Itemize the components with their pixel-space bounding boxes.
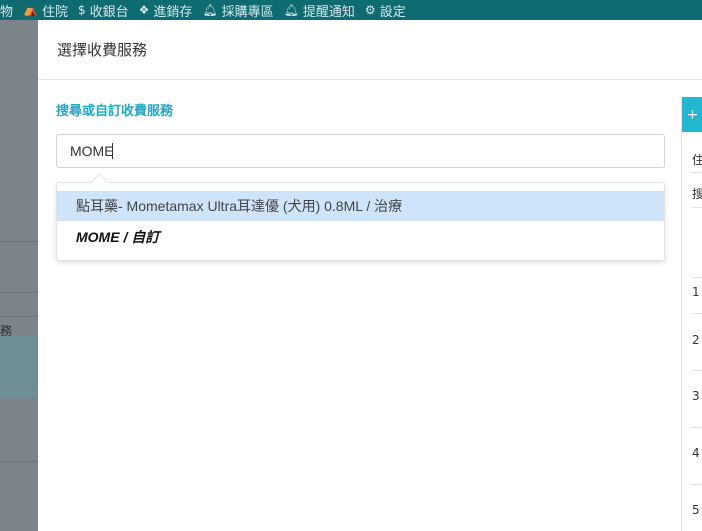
divider: [692, 207, 702, 208]
search-section-label: 搜尋或自訂收費服務: [56, 104, 174, 119]
divider: [692, 427, 702, 428]
nav-item-reminders[interactable]: 🔔︎ 提醒通知: [284, 1, 355, 20]
divider: [692, 172, 702, 173]
dropdown-arrow: [90, 173, 109, 192]
nav-item-label: 收銀台: [89, 4, 129, 20]
dropdown-option-mometamax[interactable]: 點耳藥- Mometamax Ultra耳達優 (犬用) 0.8ML / 治療: [57, 191, 664, 221]
nav-item-label: 提醒通知: [302, 4, 355, 20]
nav-item-label: 進銷存: [153, 4, 193, 20]
divider: [0, 461, 38, 462]
nav-item-hospitalization[interactable]: ⛺ 住院: [23, 1, 68, 20]
select-fee-service-modal: 選擇收費服務 搜尋或自訂收費服務 點耳藥- Mometamax Ultra耳達優…: [38, 20, 702, 531]
nav-item-label: 設定: [379, 4, 406, 20]
row-number: 2: [692, 333, 700, 347]
nav-item-label: 採購專區: [221, 4, 274, 20]
row-number: 1: [692, 285, 700, 299]
modal-title: 選擇收費服務: [57, 41, 148, 59]
option-label: 點耳藥- Mometamax Ultra耳達優 (犬用) 0.8ML / 治療: [76, 198, 403, 214]
bed-icon: ⛺: [23, 3, 38, 17]
divider: [0, 316, 38, 317]
selected-services-panel: + 住 搜 1 2 3 4 5: [681, 97, 702, 531]
background-selected-row: [0, 336, 38, 398]
divider: [692, 313, 702, 314]
nav-item-inventory[interactable]: ❖ 進銷存: [139, 1, 193, 20]
nav-item-settings[interactable]: ⚙ 設定: [365, 1, 406, 20]
divider: [0, 241, 38, 242]
dropdown-option-custom[interactable]: MOME / 自訂: [57, 222, 664, 252]
row-number: 3: [692, 389, 700, 403]
divider: [692, 277, 702, 278]
row-number: 4: [692, 446, 700, 460]
divider: [692, 370, 702, 371]
modal-header: 選擇收費服務: [38, 20, 702, 80]
divider: [692, 484, 702, 485]
autocomplete-dropdown: 點耳藥- Mometamax Ultra耳達優 (犬用) 0.8ML / 治療 …: [56, 173, 665, 261]
option-label: MOME / 自訂: [76, 229, 160, 245]
gear-icon: ⚙: [364, 3, 376, 17]
nav-item-label: 物: [0, 4, 14, 20]
nav-item-truncated[interactable]: 物: [0, 1, 13, 20]
dollar-icon: $: [77, 3, 86, 17]
top-nav-bar: 物 ⛺ 住院 $ 收銀台 ❖ 進銷存 🔔︎ 採購專區 🔔︎ 提醒通知 ⚙ 設定: [0, 0, 702, 20]
nav-item-purchasing[interactable]: 🔔︎ 採購專區: [202, 1, 273, 20]
background-page: 務: [0, 20, 38, 531]
nav-item-cashier[interactable]: $ 收銀台: [78, 1, 129, 20]
bell-icon: 🔔︎: [283, 3, 299, 17]
panel-text: 住: [692, 153, 702, 167]
add-button[interactable]: +: [682, 97, 702, 132]
bell-icon: 🔔︎: [202, 3, 218, 17]
cubes-icon: ❖: [138, 3, 150, 17]
panel-text: 搜: [692, 187, 702, 201]
add-button-label: +: [686, 106, 699, 123]
text-caret: [112, 143, 113, 159]
service-search-input[interactable]: [56, 134, 665, 168]
nav-item-label: 住院: [41, 4, 68, 20]
divider: [0, 292, 38, 293]
row-number: 5: [692, 503, 700, 517]
